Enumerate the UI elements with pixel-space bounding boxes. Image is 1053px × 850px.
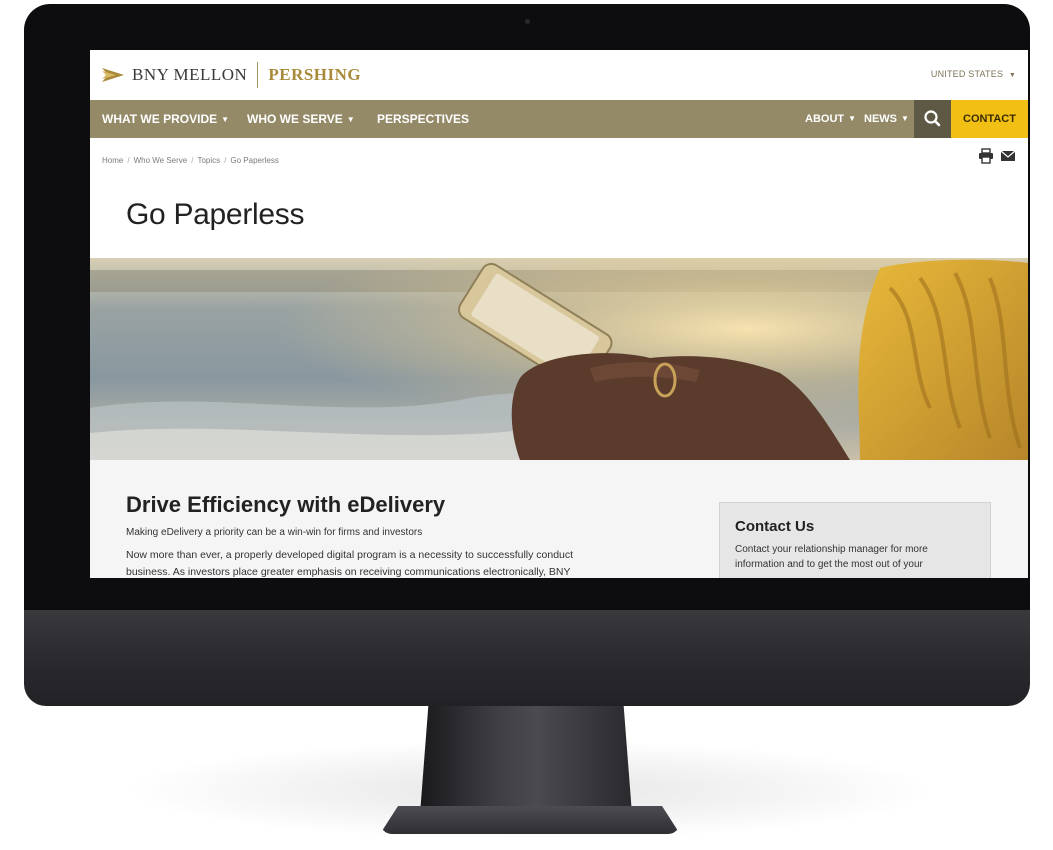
nav-item-label: PERSPECTIVES xyxy=(377,112,470,126)
logo-arrow-icon xyxy=(102,68,124,82)
nav-item-label: WHAT WE PROVIDE xyxy=(102,112,218,126)
nav-item-news[interactable]: NEWS ▼ xyxy=(864,100,909,138)
nav-item-perspectives[interactable]: PERSPECTIVES xyxy=(377,100,469,138)
logo-bny-mellon: BNY MELLON xyxy=(132,65,248,84)
nav-item-label: NEWS xyxy=(864,113,897,125)
nav-item-what-we-provide[interactable]: WHAT WE PROVIDE ▼ xyxy=(102,100,229,138)
chevron-down-icon: ▼ xyxy=(221,115,230,124)
body-text-line-1: Now more than ever, a properly developed… xyxy=(126,549,574,561)
screen: BNY MELLON PERSHING UNITED STATES ▼ WHAT… xyxy=(90,50,1028,578)
contact-button[interactable]: CONTACT xyxy=(951,100,1028,138)
nav-item-label: WHO WE SERVE xyxy=(247,112,343,126)
camera-icon xyxy=(525,19,530,24)
logo-divider xyxy=(257,62,259,88)
email-icon[interactable] xyxy=(1000,148,1016,164)
country-label: UNITED STATES xyxy=(930,69,1004,79)
chevron-down-icon: ▼ xyxy=(346,115,355,124)
country-selector[interactable]: UNITED STATES ▼ xyxy=(931,69,1016,79)
section-heading: Drive Efficiency with eDelivery xyxy=(126,492,446,517)
hero-image xyxy=(90,258,1028,460)
monitor-stand-neck xyxy=(420,704,632,814)
main-nav: WHAT WE PROVIDE ▼ WHO WE SERVE ▼ PERSPECTI… xyxy=(90,100,1028,138)
body-text-line-2: business. As investors place greater emp… xyxy=(126,566,571,578)
nav-item-who-we-serve[interactable]: WHO WE SERVE ▼ xyxy=(247,100,355,138)
page-tools xyxy=(978,148,1016,166)
page-title: Go Paperless xyxy=(126,198,305,231)
print-icon[interactable] xyxy=(978,148,994,164)
scene: BNY MELLON PERSHING UNITED STATES ▼ WHAT… xyxy=(0,0,1053,850)
breadcrumb-topics[interactable]: Topics xyxy=(197,156,220,165)
monitor: BNY MELLON PERSHING UNITED STATES ▼ WHAT… xyxy=(24,4,1030,706)
search-icon xyxy=(924,110,941,127)
breadcrumb: Home / Who We Serve / Topics / Go Paperless xyxy=(102,156,279,165)
search-button[interactable] xyxy=(914,100,951,138)
contact-us-heading: Contact Us xyxy=(735,518,815,535)
chevron-down-icon: ▼ xyxy=(848,114,857,123)
logo-pershing: PERSHING xyxy=(268,65,362,84)
contact-us-text-line-2: information and to get the most out of y… xyxy=(735,559,923,570)
breadcrumb-who-we-serve[interactable]: Who We Serve xyxy=(134,156,188,165)
site-logo[interactable]: BNY MELLON PERSHING xyxy=(102,62,362,88)
monitor-chin xyxy=(24,610,1030,706)
section-subheading: Making eDelivery a priority can be a win… xyxy=(126,527,423,538)
contact-us-text-line-1: Contact your relationship manager for mo… xyxy=(735,544,928,555)
monitor-stand-base xyxy=(380,806,680,834)
chevron-down-icon: ▼ xyxy=(901,114,909,123)
chevron-down-icon: ▼ xyxy=(1008,72,1016,79)
contact-us-box: Contact Us Contact your relationship man… xyxy=(719,502,991,578)
hand-holding-phone-image xyxy=(90,258,1028,460)
nav-item-about[interactable]: ABOUT ▼ xyxy=(805,100,856,138)
breadcrumb-current: Go Paperless xyxy=(230,156,279,165)
site-header: BNY MELLON PERSHING UNITED STATES ▼ xyxy=(90,50,1028,100)
breadcrumb-home[interactable]: Home xyxy=(102,156,123,165)
nav-item-label: ABOUT xyxy=(805,113,845,125)
